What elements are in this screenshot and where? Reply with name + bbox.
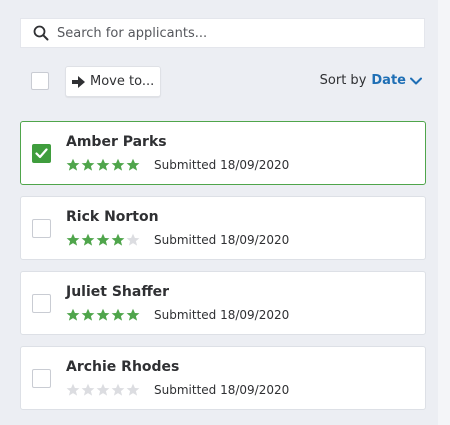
star-empty-icon [126,233,140,246]
star-filled-icon [81,158,95,171]
applicant-card[interactable]: Rick Norton Submitted 18/09/2020 [20,196,426,260]
applicant-card[interactable]: Amber Parks Submitted 18/09/2020 [20,121,426,185]
star-filled-icon [66,158,80,171]
chevron-down-icon[interactable] [410,75,422,87]
arrow-right-icon [72,75,86,88]
applicant-checkbox[interactable] [32,219,51,238]
applicant-name: Juliet Shaffer [66,284,170,300]
star-rating [66,233,141,247]
scrollbar-track[interactable] [438,0,450,425]
star-filled-icon [126,158,140,171]
star-filled-icon [81,308,95,321]
search-input[interactable] [57,25,387,41]
star-empty-icon [111,383,125,396]
star-filled-icon [111,308,125,321]
move-to-button[interactable]: Move to... [65,66,161,97]
move-to-label: Move to... [90,74,155,89]
star-empty-icon [81,383,95,396]
star-empty-icon [96,383,110,396]
sort-dropdown[interactable]: Date [371,73,406,88]
sort-control: Sort by Date [320,73,422,88]
applicant-checkbox[interactable] [32,369,51,388]
applicant-card[interactable]: Juliet Shaffer Submitted 18/09/2020 [20,271,426,335]
select-all-checkbox[interactable] [31,72,49,90]
star-filled-icon [66,308,80,321]
star-filled-icon [81,233,95,246]
submitted-date: Submitted 18/09/2020 [154,308,290,322]
applicant-name: Amber Parks [66,134,167,150]
star-filled-icon [111,158,125,171]
submitted-date: Submitted 18/09/2020 [154,383,290,397]
applicant-card[interactable]: Archie Rhodes Submitted 18/09/2020 [20,346,426,410]
checkmark-icon [35,148,48,159]
star-filled-icon [96,308,110,321]
applicant-checkbox[interactable] [32,294,51,313]
star-rating [66,383,141,397]
submitted-date: Submitted 18/09/2020 [154,233,290,247]
star-rating [66,308,141,322]
search-icon [32,24,50,42]
star-filled-icon [111,233,125,246]
star-empty-icon [66,383,80,396]
applicant-name: Rick Norton [66,209,159,225]
sort-label: Sort by [319,73,367,88]
star-filled-icon [126,308,140,321]
star-filled-icon [66,233,80,246]
search-bar[interactable] [20,18,425,48]
star-rating [66,158,141,172]
submitted-date: Submitted 18/09/2020 [154,158,290,172]
star-empty-icon [126,383,140,396]
applicant-checkbox[interactable] [32,144,51,163]
star-filled-icon [96,233,110,246]
star-filled-icon [96,158,110,171]
applicant-name: Archie Rhodes [66,359,180,375]
